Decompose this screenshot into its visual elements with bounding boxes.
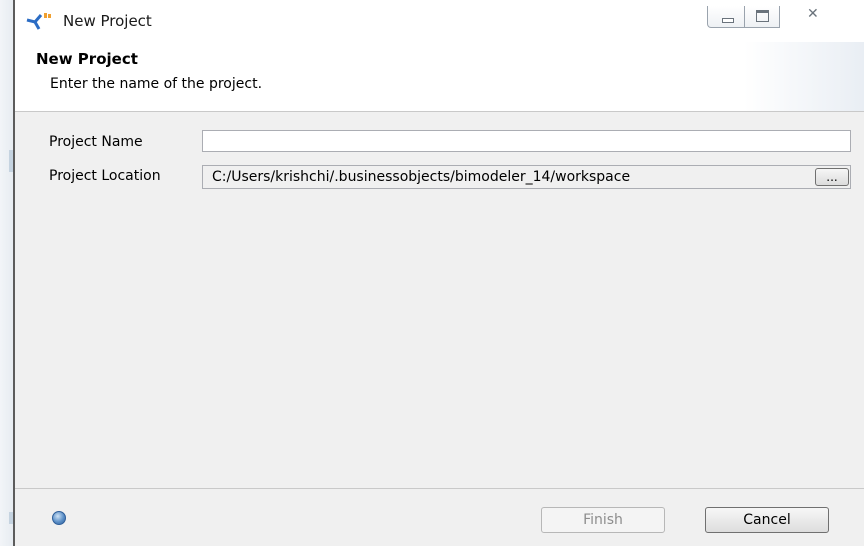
project-form: Project Name Project Location C:/Users/k… bbox=[15, 112, 864, 488]
close-icon: ✕ bbox=[807, 6, 819, 22]
new-project-dialog: New Project ✕ New Project Enter the name… bbox=[13, 0, 864, 546]
project-location-field[interactable]: C:/Users/krishchi/.businessobjects/bimod… bbox=[202, 165, 851, 189]
minimize-button[interactable] bbox=[707, 6, 745, 28]
app-logo-icon bbox=[26, 13, 51, 30]
dialog-footer: Finish Cancel bbox=[15, 488, 864, 546]
window-title: New Project bbox=[63, 12, 152, 30]
header-banner: New Project Enter the name of the projec… bbox=[15, 42, 864, 112]
title-bar[interactable]: New Project ✕ bbox=[15, 0, 864, 42]
screen-edge bbox=[0, 0, 13, 546]
cancel-button[interactable]: Cancel bbox=[705, 507, 829, 533]
page-title: New Project bbox=[36, 50, 138, 68]
help-icon[interactable] bbox=[52, 511, 66, 525]
project-location-label: Project Location bbox=[49, 168, 161, 184]
project-location-value: C:/Users/krishchi/.businessobjects/bimod… bbox=[212, 169, 631, 185]
project-name-label: Project Name bbox=[49, 134, 143, 150]
close-button[interactable]: ✕ bbox=[779, 6, 835, 28]
maximize-button[interactable] bbox=[744, 6, 780, 28]
project-name-input[interactable] bbox=[202, 130, 851, 152]
browse-button[interactable]: ... bbox=[815, 168, 849, 186]
finish-button[interactable]: Finish bbox=[541, 507, 665, 533]
banner-gradient bbox=[744, 42, 864, 111]
page-description: Enter the name of the project. bbox=[50, 76, 263, 92]
